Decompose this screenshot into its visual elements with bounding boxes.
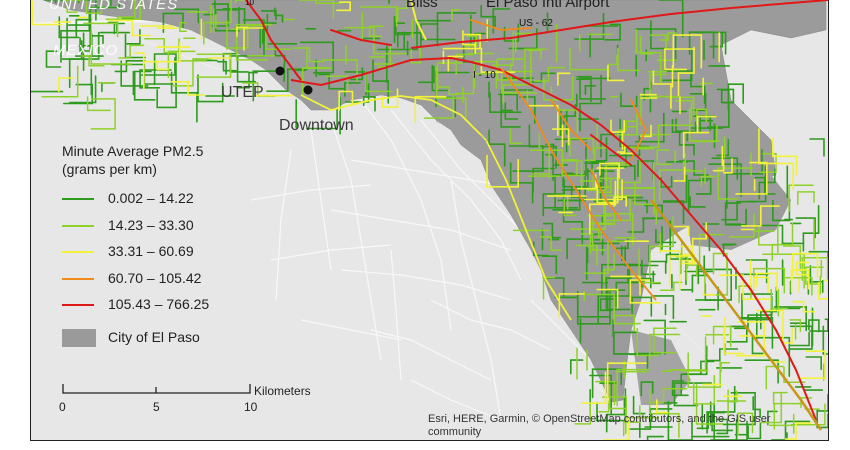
legend-label: 60.70 – 105.42 — [108, 269, 202, 286]
legend-label: 33.31 – 60.69 — [108, 243, 194, 259]
attribution: Esri, HERE, Garmin, © OpenStreetMap cont… — [428, 413, 771, 438]
legend-label: 105.43 – 766.25 — [108, 296, 210, 312]
legend-item-area: City of El Paso — [62, 327, 252, 354]
legend-item: 0.002 – 14.22 — [62, 190, 252, 217]
legend-label: 14.23 – 33.30 — [108, 216, 194, 233]
legend-area-label: City of El Paso — [108, 328, 200, 345]
scale-bar-tick: 5 — [153, 400, 160, 414]
legend-item: 14.23 – 33.30 — [62, 217, 252, 244]
scale-bar-tick: 0 — [59, 400, 66, 414]
legend-item: 105.43 – 766.25 — [62, 296, 252, 323]
scale-bar-tick: 10 — [244, 400, 258, 414]
legend-swatch — [62, 198, 94, 200]
label-united-states: UNITED STATES — [49, 0, 179, 13]
legend-title: Minute Average PM2.5 (grams per km) — [62, 142, 252, 178]
legend-item: 33.31 – 60.69 — [62, 243, 252, 270]
legend: Minute Average PM2.5 (grams per km) 0.00… — [62, 142, 252, 353]
legend-title-line2: (grams per km) — [62, 161, 157, 177]
legend-item: 60.70 – 105.42 — [62, 270, 252, 297]
legend-swatch — [62, 251, 94, 253]
legend-area-swatch — [62, 328, 96, 347]
legend-swatch — [62, 224, 94, 227]
utep-marker — [275, 66, 285, 76]
legend-swatch — [62, 277, 94, 280]
scale-bar-units: Kilometers — [254, 384, 311, 398]
label-us62: US - 62 — [519, 18, 553, 29]
label-i10: I - 10 — [473, 70, 496, 81]
label-utep: UTEP — [221, 84, 264, 101]
scale-bar: Kilometers 0 5 10 — [59, 380, 332, 420]
label-bliss: Bliss — [406, 0, 438, 11]
label-airport: El Paso Intl Airport — [486, 0, 610, 11]
label-highway-mark: 10 — [245, 0, 254, 7]
legend-label: 0.002 – 14.22 — [108, 190, 194, 206]
legend-swatch — [62, 304, 94, 306]
downtown-marker — [303, 85, 313, 95]
label-mexico: MEXICO — [53, 42, 119, 59]
label-downtown: Downtown — [279, 117, 354, 134]
legend-title-line1: Minute Average PM2.5 — [62, 143, 204, 159]
